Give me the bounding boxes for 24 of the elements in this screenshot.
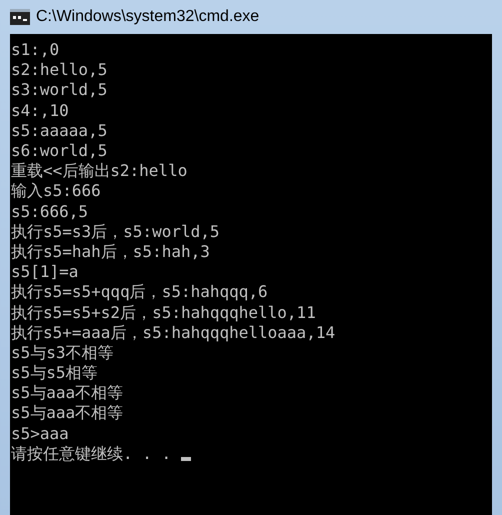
console-line: 执行s5=s5+qqq后，s5:hahqqq,6 [11,282,268,302]
console-line: 请按任意键继续. . . [11,444,172,464]
console-line: s6:world,5 [11,141,108,162]
console-line: s5:aaaaa,5 [11,120,108,141]
console-line: 重载<<后输出s2:hello [11,161,188,182]
console-line: s5>aaa [11,424,69,444]
console-line: 执行s5=s3后，s5:world,5 [11,222,220,242]
console-icon [10,9,30,25]
window-title: C:\Windows\system32\cmd.exe [36,7,260,27]
console-line: 执行s5=s5+s2后，s5:hahqqqhello,11 [11,302,316,323]
console-line: s5与aaa不相等 [11,403,124,424]
text-cursor [181,456,192,461]
console-line: 执行s5+=aaa后，s5:hahqqqhelloaaa,14 [11,322,336,343]
console-line: s5与s5相等 [11,363,98,384]
console-line: s5:666,5 [11,202,88,222]
console-line: s2:hello,5 [11,60,108,80]
console-line: s5与s3不相等 [11,342,114,363]
console-line: s5[1]=a [11,262,78,282]
console-line: 输入s5:666 [11,181,101,202]
console-line: s1:,0 [11,40,60,60]
console-line: s5与aaa不相等 [11,383,124,404]
console-line: s3:world,5 [11,80,108,100]
console-line: s4:,10 [11,100,69,121]
console-line: 执行s5=hah后，s5:hah,3 [11,242,210,262]
